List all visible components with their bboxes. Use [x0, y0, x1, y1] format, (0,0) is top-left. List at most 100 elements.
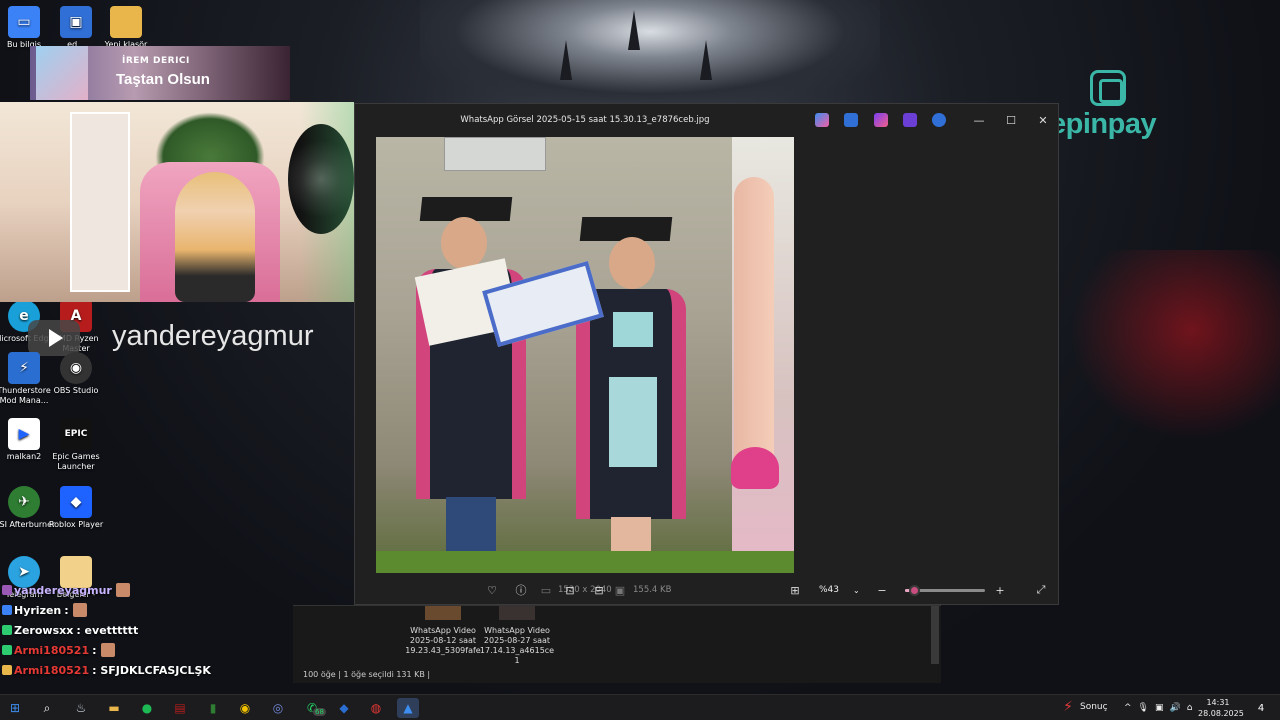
skirt: [609, 377, 657, 467]
app-icon[interactable]: ◍: [365, 698, 387, 718]
roblox-icon: ◆: [60, 486, 92, 518]
song-banner: İREM DERICI Taştan Olsun: [30, 46, 290, 100]
zoom-dropdown[interactable]: %43 ⌄: [811, 580, 867, 600]
weather-label: Sonuç: [1080, 702, 1108, 712]
chevron-down-icon: ⌄: [853, 585, 860, 595]
wallpaper-crown: [420, 0, 880, 105]
taskbar: ⊞ ⌕ ♨ ▬ ● ▤ ▮ ◉ ◎ ✆ 68 ◆ ◍ ▲ ⚡ Sonuç ^ 🎙…: [0, 694, 1280, 720]
whatsapp-icon[interactable]: ✆ 68: [301, 698, 326, 718]
search-icon[interactable]: ⌕: [36, 698, 58, 718]
fullscreen-icon[interactable]: ⤢: [1033, 582, 1049, 598]
edit-icon[interactable]: [844, 113, 858, 127]
badge-icon: [2, 605, 12, 615]
zoom-slider-thumb[interactable]: [909, 585, 920, 596]
spotify-icon[interactable]: ●: [136, 698, 158, 718]
clock[interactable]: 14:31 28.08.2025: [1198, 697, 1244, 719]
chat-message: Armi180521 : SFJDKLCFASJCLŞK: [2, 660, 302, 680]
desktop-icon-obs[interactable]: ◉ OBS Studio: [44, 352, 108, 396]
desktop-icon-new-folder[interactable]: Yeni klasör: [94, 6, 158, 50]
close-button[interactable]: ✕: [1027, 110, 1059, 130]
zoom-slider[interactable]: [905, 585, 985, 596]
microphone-icon[interactable]: 🎙: [1138, 703, 1149, 713]
chat-user: Hyrizen: [14, 603, 62, 617]
adult-leg: [734, 177, 774, 477]
chat-user: Zerowsxx: [14, 623, 74, 637]
channel-name: yandereyagmur: [112, 320, 314, 352]
shelf: [70, 112, 130, 292]
stream-chat: yandereyagmur Hyrizen : Zerowsxx : evett…: [2, 580, 302, 680]
green-light: [300, 102, 354, 302]
thunderstore-icon: ⚡: [8, 352, 40, 384]
title-bar: WhatsApp Görsel 2025-05-15 saat 15.30.13…: [355, 104, 1058, 136]
weather-widget[interactable]: ⚡ Sonuç: [1060, 699, 1108, 715]
visual-search-icon[interactable]: ⊡: [562, 582, 578, 598]
badge-icon: [2, 625, 12, 635]
favorite-heart-icon[interactable]: ♡: [484, 582, 500, 598]
chat-message: yandereyagmur: [2, 580, 302, 600]
desktop-icon-roblox[interactable]: ◆ Roblox Player: [44, 486, 108, 530]
epic-games-icon: EPIC: [60, 418, 92, 450]
clipchamp-icon[interactable]: [874, 113, 888, 127]
fit-to-window-icon[interactable]: ⊞: [787, 582, 803, 598]
app-tray-icon[interactable]: ▣: [1155, 703, 1164, 713]
app-icon[interactable]: ▤: [169, 698, 191, 718]
steam-icon[interactable]: ♨: [70, 698, 92, 718]
pink-shoe: [731, 447, 779, 489]
disk-icon: ▣: [614, 583, 626, 597]
file-explorer-window[interactable]: WhatsApp Video 2025-08-12 saat 19.23.43_…: [293, 605, 941, 683]
badge-icon: [2, 645, 12, 655]
app-icon[interactable]: ◆: [333, 698, 355, 718]
text-scan-icon[interactable]: ⊟: [591, 582, 607, 598]
youtube-play-icon: [28, 320, 80, 356]
zoom-level: %43: [819, 585, 840, 595]
emote-icon: [100, 643, 115, 657]
chrome-icon[interactable]: ◉: [234, 698, 256, 718]
onedrive-icon[interactable]: [932, 113, 946, 127]
minimize-button[interactable]: —: [963, 110, 995, 130]
chevron-up-icon[interactable]: ^: [1124, 703, 1132, 713]
file-label[interactable]: WhatsApp Video 2025-08-27 saat 17.14.13_…: [477, 626, 557, 666]
chat-user: yandereyagmur: [14, 583, 112, 597]
streamer: [175, 172, 255, 302]
system-tray: ^ 🎙 ▣ 🔊 ⌂: [1124, 695, 1192, 720]
chat-message: Armi180521 :: [2, 640, 302, 660]
song-title: Taştan Olsun: [116, 71, 210, 88]
discord-icon[interactable]: ◎: [267, 698, 289, 718]
chat-text: :: [64, 603, 69, 617]
file-icon[interactable]: [440, 582, 456, 598]
desktop-icon-epic-games[interactable]: EPIC Epic Games Launcher: [44, 418, 108, 472]
designer-icon[interactable]: [903, 113, 917, 127]
copilot-icon[interactable]: [815, 113, 829, 127]
zoom-out-icon[interactable]: −: [874, 582, 890, 598]
wallpaper-spike: [700, 40, 712, 80]
artist-name: İREM DERICI: [122, 56, 190, 66]
top: [613, 312, 653, 347]
folder-icon: [110, 6, 142, 38]
maximize-button[interactable]: ☐: [995, 110, 1027, 130]
file-label[interactable]: WhatsApp Video 2025-08-12 saat 19.23.43_…: [403, 626, 483, 656]
webcam-feed: [0, 102, 354, 302]
computer-icon: ▭: [8, 6, 40, 38]
chat-text: : SFJDKLCFASJCLŞK: [92, 663, 211, 677]
info-icon[interactable]: ⓘ: [513, 582, 529, 598]
notification-icon[interactable]: 4: [1250, 698, 1272, 718]
video-thumbnail[interactable]: [425, 606, 461, 620]
chat-user: Armi180521: [14, 643, 90, 657]
window-title: WhatsApp Görsel 2025-05-15 saat 15.30.13…: [460, 115, 710, 125]
volume-icon[interactable]: 🔊: [1170, 703, 1181, 713]
zoom-in-icon[interactable]: +: [992, 582, 1008, 598]
file-explorer-icon[interactable]: ▬: [103, 698, 125, 718]
start-button[interactable]: ⊞: [4, 698, 26, 718]
window-icon: ▣: [60, 6, 92, 38]
chat-user: Armi180521: [14, 663, 90, 677]
photos-icon[interactable]: ▲: [397, 698, 419, 718]
video-thumbnail[interactable]: [499, 606, 535, 620]
file-size: 155.4 KB: [633, 585, 672, 595]
network-icon[interactable]: ⌂: [1187, 703, 1193, 713]
app-icon[interactable]: ▮: [202, 698, 224, 718]
artist-avatar: [36, 46, 88, 100]
epinpay-logo-icon: [1090, 70, 1126, 106]
wallpaper-red-glow: [1060, 250, 1280, 450]
scrollbar[interactable]: [931, 606, 939, 664]
legs: [446, 497, 496, 557]
